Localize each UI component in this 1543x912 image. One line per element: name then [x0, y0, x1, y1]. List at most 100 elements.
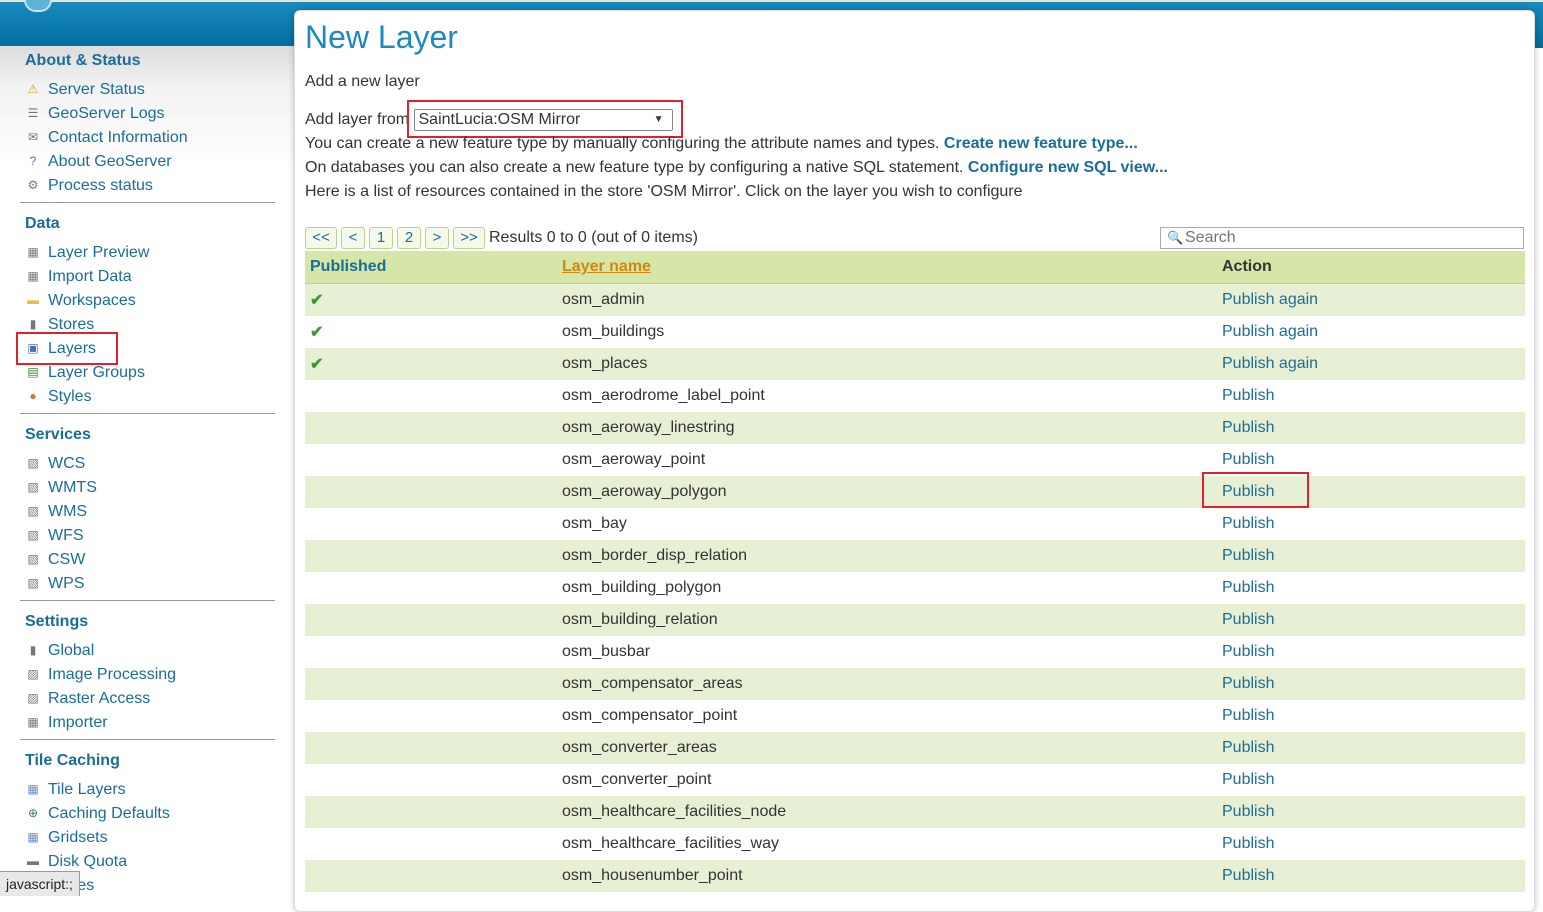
pager-prev-button[interactable]: < [341, 227, 365, 249]
sidebar-item-geoserver-logs[interactable]: ☰ GeoServer Logs [20, 102, 275, 126]
table-row: osm_healthcare_facilities_way Publish [305, 828, 1525, 860]
sidebar-item-label: Gridsets [48, 829, 108, 846]
sidebar-item-raster-access[interactable]: ▨ Raster Access [20, 687, 275, 711]
publish-link[interactable]: Publish [1222, 419, 1274, 436]
sidebar-item-tile-layers[interactable]: ▦ Tile Layers [20, 778, 275, 802]
table-row: osm_compensator_point Publish [305, 700, 1525, 732]
pager-next-button[interactable]: > [425, 227, 449, 249]
action-cell: Publish [1217, 476, 1525, 508]
layer-name-column-header[interactable]: Layer name [557, 251, 1217, 284]
publish-again-link[interactable]: Publish again [1222, 323, 1318, 340]
publish-link[interactable]: Publish [1222, 547, 1274, 564]
publish-link[interactable]: Publish [1222, 387, 1274, 404]
action-cell: Publish [1217, 604, 1525, 636]
sidebar-item-workspaces[interactable]: ▬ Workspaces [20, 289, 275, 313]
publish-link[interactable]: Publish [1222, 643, 1274, 660]
layer-name-cell: osm_busbar [557, 636, 1217, 668]
sidebar-item-wmts[interactable]: ▧ WMTS [20, 476, 275, 500]
published-check-icon: ✔ [310, 356, 324, 373]
sidebar-item-caching-defaults[interactable]: ⊕ Caching Defaults [20, 802, 275, 826]
publish-again-link[interactable]: Publish again [1222, 291, 1318, 308]
feature-type-text: You can create a new feature type by man… [305, 135, 940, 152]
sidebar-item-label: Stores [48, 316, 95, 333]
sidebar-item-wms[interactable]: ▧ WMS [20, 500, 275, 524]
table-row: osm_converter_point Publish [305, 764, 1525, 796]
publish-link[interactable]: Publish [1222, 483, 1274, 500]
sidebar-item-global[interactable]: ▮ Global [20, 639, 275, 663]
publish-link[interactable]: Publish [1222, 611, 1274, 628]
sidebar-item-stores[interactable]: ▮ Stores [20, 313, 275, 337]
publish-again-link[interactable]: Publish again [1222, 355, 1318, 372]
pager-page-2-button[interactable]: 2 [397, 227, 421, 249]
published-check-icon: ✔ [310, 292, 324, 309]
published-cell: ✔ [305, 348, 557, 380]
sidebar-item-wcs[interactable]: ▧ WCS [20, 452, 275, 476]
publish-link[interactable]: Publish [1222, 675, 1274, 692]
pager-first-button[interactable]: << [305, 227, 337, 249]
sidebar-item-styles[interactable]: ● Styles [20, 385, 275, 409]
import-icon: ▦ [27, 715, 39, 729]
globe-icon: ⊕ [27, 806, 39, 820]
published-cell [305, 572, 557, 604]
publish-link[interactable]: Publish [1222, 579, 1274, 596]
pager-last-button[interactable]: >> [453, 227, 485, 249]
published-cell [305, 860, 557, 892]
sidebar-item-label: WCS [48, 455, 86, 472]
configure-sql-view-link[interactable]: Configure new SQL view... [968, 159, 1168, 176]
publish-link[interactable]: Publish [1222, 803, 1274, 820]
image-icon: ▨ [27, 667, 39, 681]
sidebar-item-layers[interactable]: ▣ Layers [20, 337, 275, 361]
store-select[interactable]: SaintLucia:OSM Mirror ▼ [413, 109, 673, 131]
sidebar-item-wps[interactable]: ▧ WPS [20, 572, 275, 596]
published-column-header[interactable]: Published [305, 251, 557, 284]
publish-link[interactable]: Publish [1222, 451, 1274, 468]
layer-name-cell: osm_aerodrome_label_point [557, 380, 1217, 412]
sidebar-item-server-status[interactable]: ⚠ Server Status [20, 78, 275, 102]
sidebar-item-layer-groups[interactable]: ▤ Layer Groups [20, 361, 275, 385]
publish-link[interactable]: Publish [1222, 867, 1274, 884]
action-cell: Publish [1217, 732, 1525, 764]
published-cell [305, 732, 557, 764]
publish-link[interactable]: Publish [1222, 515, 1274, 532]
grid-icon: ▦ [27, 830, 39, 844]
sidebar-item-label: WMTS [48, 479, 97, 496]
sidebar-item-importer[interactable]: ▦ Importer [20, 711, 275, 735]
nav-divider [20, 739, 275, 740]
sidebar-item-csw[interactable]: ▧ CSW [20, 548, 275, 572]
sidebar-item-process-status[interactable]: ⚙ Process status [20, 174, 275, 198]
sql-view-line: On databases you can also create a new f… [305, 159, 1168, 177]
sidebar-item-about-geoserver[interactable]: ? About GeoServer [20, 150, 275, 174]
pager-page-1-button[interactable]: 1 [369, 227, 393, 249]
sidebar-item-gridsets[interactable]: ▦ Gridsets [20, 826, 275, 850]
nav-section-title: About & Status [25, 52, 141, 69]
nav-section-0: About & Status ⚠ Server Status ☰ GeoServer L… [20, 50, 275, 198]
sidebar-item-label: Contact Information [48, 129, 188, 146]
table-row: osm_compensator_areas Publish [305, 668, 1525, 700]
published-cell [305, 540, 557, 572]
disk-icon: ▬ [27, 854, 39, 868]
search-input[interactable] [1185, 228, 1515, 248]
layer-name-cell: osm_building_polygon [557, 572, 1217, 604]
sidebar-item-image-processing[interactable]: ▨ Image Processing [20, 663, 275, 687]
action-cell: Publish [1217, 700, 1525, 732]
table-row: osm_border_disp_relation Publish [305, 540, 1525, 572]
sidebar-item-wfs[interactable]: ▧ WFS [20, 524, 275, 548]
layer-name-cell: osm_building_relation [557, 604, 1217, 636]
table-row: osm_housenumber_point Publish [305, 860, 1525, 892]
create-feature-type-link[interactable]: Create new feature type... [944, 135, 1138, 152]
publish-link[interactable]: Publish [1222, 835, 1274, 852]
add-layer-from-row: Add layer from SaintLucia:OSM Mirror ▼ [305, 109, 673, 131]
sidebar-item-label: Importer [48, 714, 108, 731]
nav-section-title: Data [25, 215, 60, 232]
publish-link[interactable]: Publish [1222, 739, 1274, 756]
published-cell [305, 764, 557, 796]
layer-name-cell: osm_aeroway_polygon [557, 476, 1217, 508]
sidebar-item-layer-preview[interactable]: ▦ Layer Preview [20, 241, 275, 265]
publish-link[interactable]: Publish [1222, 771, 1274, 788]
sidebar-item-contact-information[interactable]: ✉ Contact Information [20, 126, 275, 150]
sidebar-item-label: GeoServer Logs [48, 105, 165, 122]
publish-link[interactable]: Publish [1222, 707, 1274, 724]
geoserver-logo[interactable] [24, 0, 52, 12]
sidebar-item-import-data[interactable]: ▦ Import Data [20, 265, 275, 289]
map-import-icon: ▦ [27, 269, 39, 283]
